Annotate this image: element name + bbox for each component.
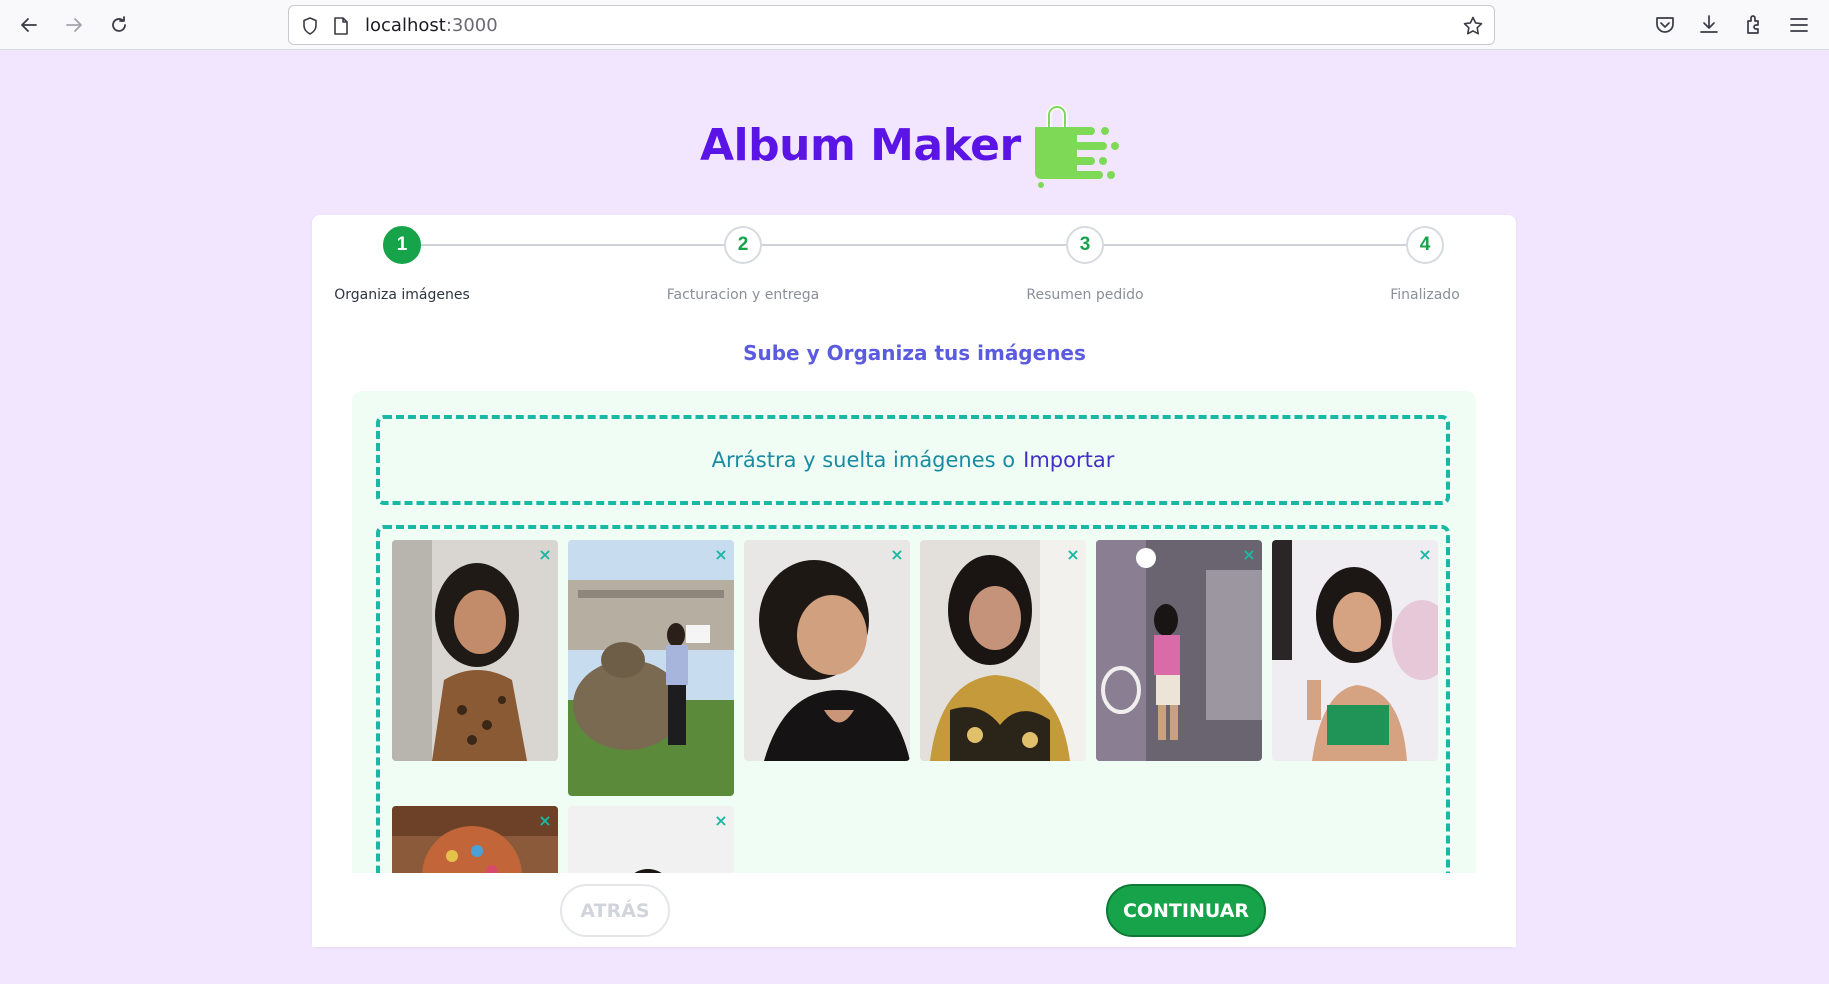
photo-image bbox=[568, 806, 734, 873]
stepper-connector bbox=[1104, 244, 1408, 246]
import-link[interactable]: Importar bbox=[1023, 448, 1114, 472]
brand-title: Album Maker bbox=[700, 119, 1021, 171]
step-3-circle[interactable]: 3 bbox=[1066, 226, 1104, 264]
photo-image bbox=[568, 540, 734, 796]
step-4-label: Finalizado bbox=[1390, 287, 1460, 303]
photo-image bbox=[1096, 540, 1262, 761]
image-thumbnail[interactable]: × bbox=[392, 806, 558, 873]
photo-image bbox=[744, 540, 910, 761]
brand-header: Album Maker bbox=[700, 95, 1119, 195]
reload-icon[interactable] bbox=[105, 11, 133, 39]
bookmark-star-icon[interactable] bbox=[1462, 15, 1484, 37]
step-3-label: Resumen pedido bbox=[1026, 287, 1144, 303]
extensions-icon[interactable] bbox=[1742, 13, 1766, 37]
shopping-bag-logo-icon bbox=[1035, 104, 1119, 188]
photo-image bbox=[920, 540, 1086, 761]
upload-panel: Arrástra y suelta imágenes o Importar × bbox=[352, 391, 1476, 873]
image-thumbnail[interactable]: × bbox=[1096, 540, 1262, 761]
image-thumbnail[interactable]: × bbox=[1272, 540, 1438, 761]
page-icon bbox=[334, 17, 348, 35]
back-button[interactable]: ATRÁS bbox=[560, 884, 670, 937]
forward-arrow-icon[interactable] bbox=[60, 11, 88, 39]
back-arrow-icon[interactable] bbox=[15, 11, 43, 39]
image-thumbnail[interactable]: × bbox=[920, 540, 1086, 761]
pocket-icon[interactable] bbox=[1653, 13, 1677, 37]
remove-image-button[interactable]: × bbox=[538, 547, 552, 563]
download-icon[interactable] bbox=[1697, 13, 1721, 37]
shield-icon[interactable] bbox=[300, 16, 320, 36]
section-title: Sube y Organiza tus imágenes bbox=[743, 341, 1086, 365]
photo-image bbox=[392, 540, 558, 761]
remove-image-button[interactable]: × bbox=[1242, 547, 1256, 563]
dropzone-text: Arrástra y suelta imágenes o bbox=[711, 448, 1016, 472]
browser-toolbar: localhost:3000 bbox=[0, 0, 1829, 50]
continue-button[interactable]: CONTINUAR bbox=[1106, 884, 1266, 937]
image-thumbnail[interactable]: × bbox=[568, 806, 734, 873]
remove-image-button[interactable]: × bbox=[890, 547, 904, 563]
stepper-connector bbox=[420, 244, 724, 246]
image-thumbnail[interactable]: × bbox=[568, 540, 734, 796]
remove-image-button[interactable]: × bbox=[714, 813, 728, 829]
step-1-label: Organiza imágenes bbox=[334, 287, 470, 303]
stepper-connector bbox=[762, 244, 1066, 246]
address-bar[interactable]: localhost:3000 bbox=[288, 5, 1495, 45]
step-4-circle[interactable]: 4 bbox=[1406, 226, 1444, 264]
card-footer bbox=[312, 873, 1516, 947]
photo-image bbox=[1272, 540, 1438, 761]
image-thumbnail[interactable]: × bbox=[392, 540, 558, 761]
menu-icon[interactable] bbox=[1787, 13, 1811, 37]
image-dropzone[interactable]: Arrástra y suelta imágenes o Importar bbox=[376, 415, 1450, 505]
step-1-circle[interactable]: 1 bbox=[383, 226, 421, 264]
remove-image-button[interactable]: × bbox=[1066, 547, 1080, 563]
remove-image-button[interactable]: × bbox=[1418, 547, 1432, 563]
step-2-circle[interactable]: 2 bbox=[724, 226, 762, 264]
url-host: localhost bbox=[365, 15, 446, 36]
step-2-label: Facturacion y entrega bbox=[666, 287, 820, 303]
photo-image bbox=[392, 806, 558, 873]
remove-image-button[interactable]: × bbox=[538, 813, 552, 829]
url-text[interactable]: localhost:3000 bbox=[365, 15, 498, 36]
image-thumbnail[interactable]: × bbox=[744, 540, 910, 761]
url-port: :3000 bbox=[445, 15, 498, 36]
remove-image-button[interactable]: × bbox=[714, 547, 728, 563]
